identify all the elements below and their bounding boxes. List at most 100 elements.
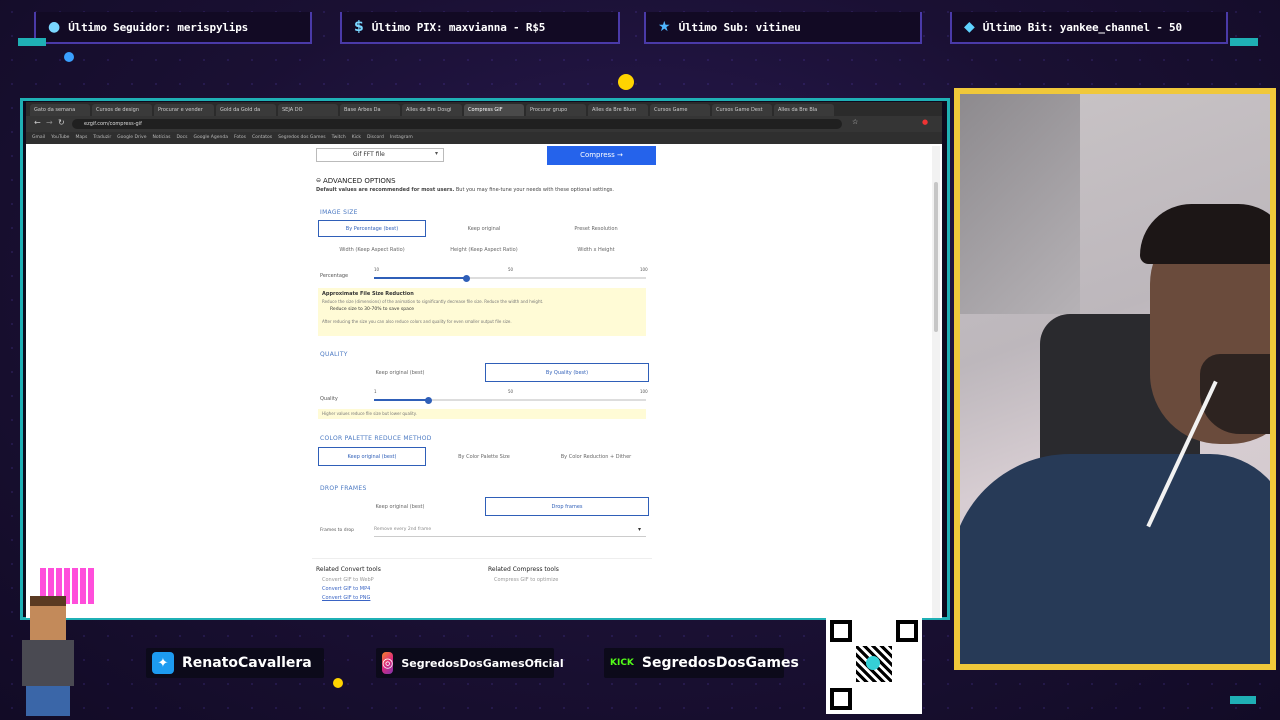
page-scrollbar-thumb[interactable] [934, 182, 938, 332]
profile-icon[interactable]: ● [922, 118, 928, 126]
bookmark-item[interactable]: Segredos dos Games [278, 132, 326, 144]
browser-tab[interactable]: Alles da Bre Blum [588, 104, 648, 116]
browser-tab[interactable]: Cursos de design [92, 104, 152, 116]
color-palette-label: COLOR PALETTE REDUCE METHOD [320, 435, 432, 442]
bookmark-item[interactable]: Gmail [32, 132, 45, 144]
option-height[interactable]: Height (Keep Aspect Ratio) [430, 241, 538, 258]
alert-text: Último PIX: maxvianna - R$5 [371, 20, 546, 34]
social-kick: KICK SegredosDosGames [604, 648, 799, 678]
advanced-options-desc: Default values are recommended for most … [316, 187, 656, 193]
advanced-options-toggle-icon[interactable]: ⊖ [316, 177, 321, 184]
option-width-x-height[interactable]: Width x Height [542, 241, 650, 258]
note-line: Reduce the size (dimensions) of the anim… [322, 299, 544, 304]
bookmark-item[interactable]: Google Drive [117, 132, 146, 144]
option-keep-original-frames[interactable]: Keep original (best) [318, 497, 482, 516]
quality-slider-fill [374, 399, 429, 401]
qr-label: livepix.gg/segredosdosgames [826, 603, 916, 610]
option-preset-resolution[interactable]: Preset Resolution [542, 220, 650, 237]
size-reduction-note: Approximate File Size Reduction Reduce t… [318, 288, 646, 336]
browser-tab[interactable]: SEJA DO [278, 104, 338, 116]
back-icon[interactable]: ← [34, 118, 41, 127]
option-drop-frames[interactable]: Drop frames [485, 497, 649, 516]
advanced-options-title[interactable]: ADVANCED OPTIONS [323, 177, 396, 185]
kick-icon: KICK [610, 658, 634, 668]
option-by-percentage[interactable]: By Percentage (best) [318, 220, 426, 237]
page-content: Gif FFT file ▾ Compress → ⊖ ADVANCED OPT… [26, 146, 942, 618]
qr-code [826, 616, 922, 714]
bookmarks-bar: Gmail YouTube Maps Traduzir Google Drive… [26, 132, 942, 144]
social-instagram: ◎ SegredosDosGamesOficial [376, 648, 564, 678]
browser-tab[interactable]: Cursos Game [650, 104, 710, 116]
bookmark-item[interactable]: Traduzir [93, 132, 111, 144]
person-shirt [960, 454, 1270, 664]
bookmark-item[interactable]: Contatos [252, 132, 272, 144]
avatar-shirt [22, 640, 74, 686]
alert-text: Último Sub: vitineu [678, 20, 801, 34]
qr-finder [830, 620, 852, 642]
option-by-color-palette-size[interactable]: By Color Palette Size [430, 447, 538, 466]
avatar-hair [30, 596, 66, 606]
option-keep-original-palette[interactable]: Keep original (best) [318, 447, 426, 466]
url-input[interactable]: ezgif.com/compress-gif [72, 119, 842, 129]
forward-icon[interactable]: → [46, 118, 53, 127]
tab-strip: Gato da semana Cursos de design Procurar… [26, 102, 942, 116]
chevron-down-icon: ▾ [435, 150, 439, 157]
background-wall [960, 94, 1080, 314]
decor-pixel [64, 52, 74, 62]
compress-button[interactable]: Compress → [547, 146, 656, 165]
option-color-reduction-dither[interactable]: By Color Reduction + Dither [542, 447, 650, 466]
browser-tab-active[interactable]: Compress GIF [464, 104, 524, 116]
bookmark-item[interactable]: Discord [367, 132, 384, 144]
bookmark-item[interactable]: Google Agenda [193, 132, 227, 144]
related-link[interactable]: Convert GIF to WebP [322, 577, 374, 583]
hair [1140, 204, 1270, 264]
alert-last-bit: ◆ Último Bit: yankee_channel - 50 [950, 12, 1228, 44]
browser-tab[interactable]: Procurar grupo [526, 104, 586, 116]
decor-bar [18, 38, 46, 46]
slider-tick: 100 [640, 389, 648, 394]
browser-tab[interactable]: Base Arbes Da [340, 104, 400, 116]
option-by-quality[interactable]: By Quality (best) [485, 363, 649, 382]
related-link[interactable]: Compress GIF to optimize [494, 577, 558, 583]
bookmark-item[interactable]: Fotos [234, 132, 246, 144]
browser-tab[interactable]: Alles da Bre Bla [774, 104, 834, 116]
bookmark-item[interactable]: Kick [352, 132, 361, 144]
chevron-down-icon: ▾ [638, 526, 642, 533]
quality-note: Higher values reduce file size but lower… [318, 409, 646, 419]
advanced-desc-bold: Default values are recommended for most … [316, 187, 455, 193]
option-keep-original-quality[interactable]: Keep original (best) [318, 363, 482, 382]
alert-text: Último Bit: yankee_channel - 50 [982, 20, 1182, 34]
browser-tab[interactable]: Cursos Game Dest [712, 104, 772, 116]
browser-tab[interactable]: Alles da Bre Dosgi [402, 104, 462, 116]
browser-window: Gato da semana Cursos de design Procurar… [26, 102, 942, 618]
browser-tab[interactable]: Gold da Gold da [216, 104, 276, 116]
divider [312, 558, 652, 559]
related-link[interactable]: Convert GIF to MP4 [322, 586, 370, 592]
option-width[interactable]: Width (Keep Aspect Ratio) [318, 241, 426, 258]
quality-slider-handle[interactable] [425, 397, 433, 404]
bookmark-item[interactable]: Instagram [390, 132, 413, 144]
decor-bar [1230, 38, 1258, 46]
slider-tick: 50 [508, 389, 514, 394]
drop-frames-label: DROP FRAMES [320, 485, 367, 492]
bookmark-item[interactable]: Twitch [332, 132, 346, 144]
bookmark-star-icon[interactable]: ☆ [852, 118, 858, 126]
alert-last-follower: ● Último Seguidor: merispylips [34, 12, 312, 44]
user-icon: ● [48, 19, 61, 35]
reload-icon[interactable]: ↻ [58, 118, 65, 127]
browser-tab[interactable]: Procurar e vender [154, 104, 214, 116]
webcam-feed [960, 94, 1270, 664]
social-twitter: ✦ RenatoCavallera [146, 648, 324, 678]
browser-tab[interactable]: Gato da semana [30, 104, 90, 116]
twitter-icon: ✦ [152, 652, 174, 674]
option-keep-original[interactable]: Keep original [430, 220, 538, 237]
bookmark-item[interactable]: YouTube [51, 132, 69, 144]
bookmark-item[interactable]: Notícias [152, 132, 170, 144]
quality-label: QUALITY [320, 351, 348, 358]
percentage-slider-handle[interactable] [463, 275, 471, 282]
related-link[interactable]: Convert GIF to PNG [322, 595, 370, 601]
bookmark-item[interactable]: Maps [75, 132, 87, 144]
bookmark-item[interactable]: Docs [176, 132, 187, 144]
frames-to-drop-select[interactable]: Remove every 2nd frame [374, 524, 646, 537]
file-type-select[interactable]: Gif FFT file [316, 148, 444, 162]
